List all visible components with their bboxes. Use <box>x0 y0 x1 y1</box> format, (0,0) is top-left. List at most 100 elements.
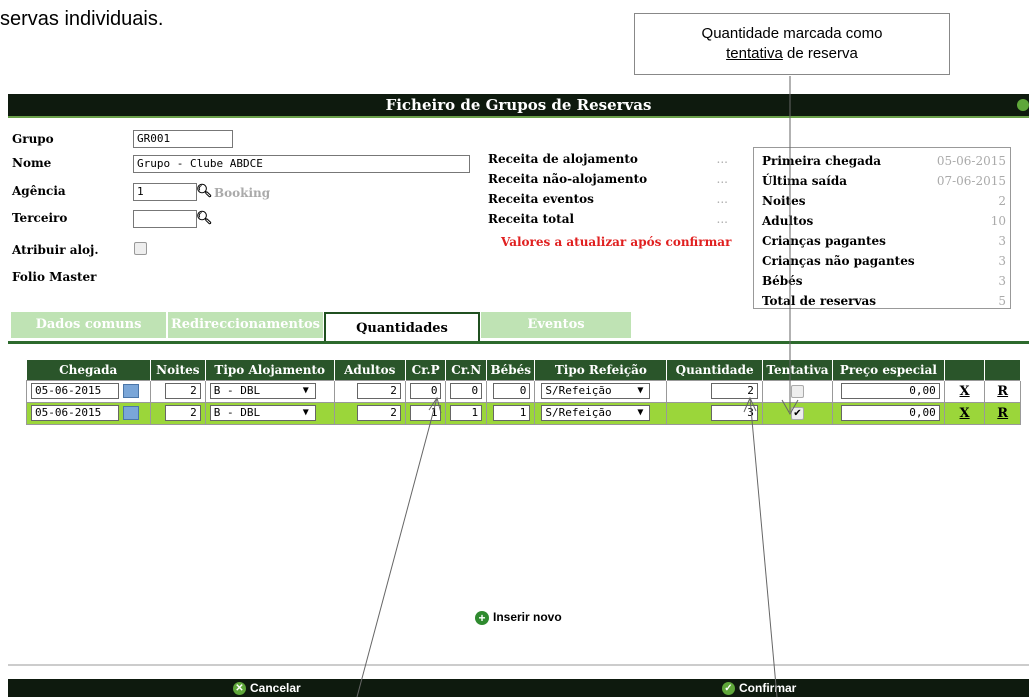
inserir-novo-label: Inserir novo <box>493 610 562 624</box>
atribuir-checkbox[interactable] <box>134 242 147 255</box>
window-titlebar: Ficheiro de Grupos de Reservas <box>8 94 1029 118</box>
group-reservations-window: Ficheiro de Grupos de Reservas Grupo GR0… <box>8 94 1029 697</box>
table-row: 05-06-2015 2 B - DBL ▼ 2 1 1 1 S/Refeição… <box>26 401 1021 425</box>
tipo-refeicao-select[interactable]: S/Refeição ▼ <box>541 405 651 421</box>
column-header: Tipo Refeição <box>534 360 668 380</box>
search-icon[interactable]: 🔍︎ <box>196 210 213 226</box>
grupo-input[interactable]: GR001 <box>133 130 233 148</box>
stat-label: Primeira chegada <box>762 154 882 168</box>
column-header: Cr.P <box>405 360 447 380</box>
stat-value: 05-06-2015 <box>936 154 1006 168</box>
document-text: servas individuais. <box>0 8 164 30</box>
receita-label: Receita de alojamento <box>488 152 638 166</box>
column-header: Quantidade <box>666 360 763 380</box>
agencia-input[interactable]: 1 <box>133 183 197 201</box>
chegada-input[interactable]: 05-06-2015 <box>31 405 119 421</box>
preco-especial-input[interactable]: 0,00 <box>841 405 940 421</box>
column-header: Cr.N <box>445 360 488 380</box>
delete-row-link[interactable]: X <box>943 379 986 403</box>
adultos-input[interactable]: 2 <box>356 383 401 399</box>
terceiro-label: Terceiro <box>12 211 68 225</box>
chevron-down-icon: ▼ <box>637 385 644 396</box>
window-title: Ficheiro de Grupos de Reservas <box>385 96 652 114</box>
preco-especial-input[interactable]: 0,00 <box>841 383 940 399</box>
receita-label: Receita não-alojamento <box>488 172 648 186</box>
delete-row-link[interactable]: X <box>943 401 986 425</box>
check-icon: ✓ <box>722 682 735 696</box>
stat-value: 07-06-2015 <box>936 174 1006 188</box>
calendar-icon[interactable] <box>122 383 139 398</box>
noites-input[interactable]: 2 <box>164 405 201 421</box>
stat-value: 2 <box>998 194 1006 208</box>
footer-bar: ✕ Cancelar ✓ Confirmar <box>8 679 1029 697</box>
row-r-link[interactable]: R <box>984 379 1021 403</box>
stat-label: Bébés <box>762 274 803 288</box>
adultos-input[interactable]: 2 <box>356 405 401 421</box>
column-header: Tentativa <box>762 360 834 380</box>
stat-value: 5 <box>998 294 1006 308</box>
tab-dados-comuns[interactable]: Dados comuns <box>11 312 166 338</box>
column-header <box>944 360 986 380</box>
stat-value: 3 <box>998 234 1006 248</box>
table-header-row: Chegada Noites Tipo Alojamento Adultos C… <box>26 360 1021 380</box>
tab-eventos[interactable]: Eventos <box>481 312 631 338</box>
tipo-refeicao-select[interactable]: S/Refeição ▼ <box>541 383 651 399</box>
tab-quantidades[interactable]: Quantidades <box>324 312 480 342</box>
tentativa-checkbox[interactable] <box>790 384 804 398</box>
search-icon[interactable]: 🔍︎ <box>196 183 213 199</box>
crn-input[interactable]: 1 <box>450 405 483 421</box>
tipo-alojamento-value: B - DBL <box>213 406 261 419</box>
chevron-down-icon: ▼ <box>637 407 644 418</box>
stats-panel: Primeira chegada 05-06-2015 Última saída… <box>753 147 1011 309</box>
chegada-input[interactable]: 05-06-2015 <box>31 383 119 399</box>
chevron-down-icon: ▼ <box>302 385 309 396</box>
close-icon: ✕ <box>233 682 246 696</box>
column-header: Bébés <box>486 360 536 380</box>
nome-input[interactable]: Grupo - Clube ABDCE <box>133 155 470 173</box>
receita-row: Receita não-alojamento <box>488 172 647 192</box>
calendar-icon[interactable] <box>122 405 139 420</box>
divider <box>8 664 1029 666</box>
receita-value: ... <box>716 152 728 166</box>
tipo-alojamento-select[interactable]: B - DBL ▼ <box>209 383 316 399</box>
bebes-input[interactable]: 0 <box>493 383 531 399</box>
column-header <box>984 360 1021 380</box>
bebes-input[interactable]: 1 <box>493 405 531 421</box>
tipo-alojamento-select[interactable]: B - DBL ▼ <box>209 405 316 421</box>
stat-label: Adultos <box>762 214 814 228</box>
column-header: Tipo Alojamento <box>205 360 335 380</box>
receita-row: Receita total <box>488 212 574 232</box>
tentativa-checkbox[interactable]: ✔ <box>790 406 804 420</box>
nome-label: Nome <box>12 156 52 170</box>
stat-label: Última saída <box>762 174 848 188</box>
quantidade-input[interactable]: 2 <box>711 383 758 399</box>
inserir-novo-button[interactable]: + Inserir novo <box>475 610 562 625</box>
stat-label: Crianças pagantes <box>762 234 886 248</box>
callout-line-2-rest: de reserva <box>782 45 858 62</box>
crp-input[interactable]: 0 <box>409 383 442 399</box>
crp-input[interactable]: 1 <box>409 405 442 421</box>
confirm-label: Confirmar <box>739 681 797 695</box>
window-status-icon[interactable] <box>1017 99 1029 111</box>
receita-value: ... <box>716 192 728 206</box>
cancel-button[interactable]: ✕ Cancelar <box>233 681 301 696</box>
receita-row: Receita eventos <box>488 192 594 212</box>
atribuir-label: Atribuir aloj. <box>12 243 99 257</box>
noites-input[interactable]: 2 <box>164 383 201 399</box>
tipo-refeicao-value: S/Refeição <box>545 406 612 419</box>
row-r-link[interactable]: R <box>984 401 1021 425</box>
quantidade-input[interactable]: 3 <box>711 405 758 421</box>
quantities-table: Chegada Noites Tipo Alojamento Adultos C… <box>26 360 1021 425</box>
terceiro-input[interactable] <box>133 210 197 228</box>
tab-redireccionamentos[interactable]: Redireccionamentos <box>168 312 323 338</box>
column-header: Adultos <box>334 360 406 380</box>
chevron-down-icon: ▼ <box>302 407 309 418</box>
crn-input[interactable]: 0 <box>450 383 483 399</box>
annotation-callout: Quantidade marcada como tentativa de res… <box>634 13 950 75</box>
tab-underline <box>8 341 1029 344</box>
update-warning: Valores a atualizar após confirmar <box>501 235 732 249</box>
agencia-name: Booking <box>214 186 271 200</box>
receita-label: Receita eventos <box>488 192 594 206</box>
plus-icon: + <box>475 610 489 625</box>
confirm-button[interactable]: ✓ Confirmar <box>722 681 797 696</box>
